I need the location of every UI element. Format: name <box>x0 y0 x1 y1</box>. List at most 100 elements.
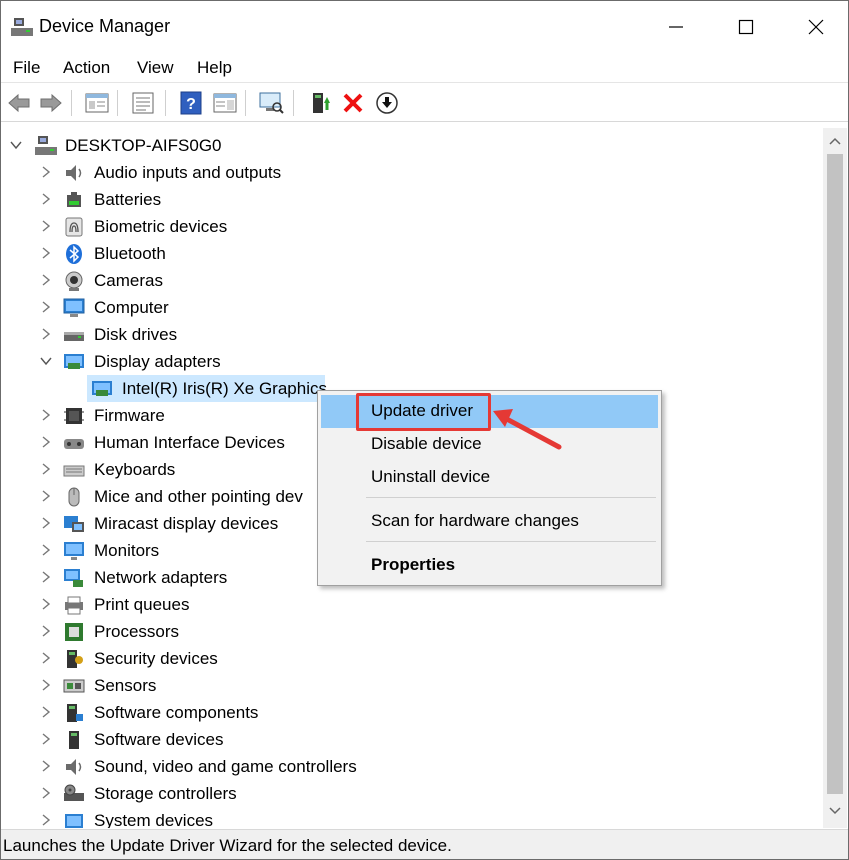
chevron-right-icon[interactable] <box>39 597 53 611</box>
tree-category[interactable]: Biometric devices <box>1 213 823 240</box>
vertical-scrollbar[interactable] <box>823 128 847 828</box>
tree-category[interactable]: Computer <box>1 294 823 321</box>
menu-uninstall-device[interactable]: Uninstall device <box>321 461 658 494</box>
tree-category-label: Software components <box>94 703 259 722</box>
maximize-button[interactable] <box>711 1 781 53</box>
sound-icon <box>66 759 82 775</box>
chevron-right-icon[interactable] <box>39 813 53 827</box>
chevron-right-icon[interactable] <box>39 489 53 503</box>
chevron-right-icon[interactable] <box>39 651 53 665</box>
tree-category-label: Print queues <box>94 595 190 614</box>
chevron-right-icon[interactable] <box>39 570 53 584</box>
tree-category-label: Mice and other pointing dev <box>94 487 303 506</box>
computer-desktop-icon <box>35 136 57 155</box>
minimize-button[interactable] <box>641 1 711 53</box>
tree-category[interactable]: Sensors <box>1 672 823 699</box>
scroll-up-icon[interactable] <box>829 136 841 148</box>
menu-file[interactable]: File <box>13 58 40 78</box>
tree-category[interactable]: Processors <box>1 618 823 645</box>
uninstall-button[interactable] <box>339 89 367 117</box>
chevron-right-icon[interactable] <box>39 273 53 287</box>
tree-category-label: Software devices <box>94 730 224 749</box>
menu-disable-device-label: Disable device <box>371 434 482 453</box>
chevron-right-icon[interactable] <box>39 246 53 260</box>
chevron-down-icon[interactable] <box>39 354 53 368</box>
chevron-right-icon[interactable] <box>39 624 53 638</box>
tree-category[interactable]: Software devices <box>1 726 823 753</box>
back-button[interactable] <box>5 89 33 117</box>
scan-hardware-button[interactable] <box>257 89 285 117</box>
tree-category[interactable]: Storage controllers <box>1 780 823 807</box>
tree-category-label: Monitors <box>94 541 160 560</box>
firmware-icon <box>64 408 84 424</box>
chevron-right-icon[interactable] <box>39 435 53 449</box>
chevron-right-icon[interactable] <box>39 462 53 476</box>
toolbar-separator <box>117 90 118 116</box>
tree-category-label: Processors <box>94 622 180 641</box>
tree-category[interactable]: Software components <box>1 699 823 726</box>
tree-category[interactable]: Cameras <box>1 267 823 294</box>
menu-scan-hardware[interactable]: Scan for hardware changes <box>321 505 658 538</box>
status-bar: Launches the Update Driver Wizard for th… <box>1 829 848 859</box>
chevron-right-icon[interactable] <box>39 219 53 233</box>
chevron-right-icon[interactable] <box>39 705 53 719</box>
menu-help[interactable]: Help <box>197 58 232 78</box>
properties-panel-button[interactable] <box>83 89 111 117</box>
enable-device-button[interactable] <box>373 89 401 117</box>
hid-icon <box>64 439 84 449</box>
tree-category-label: Batteries <box>94 190 162 209</box>
menu-view[interactable]: View <box>137 58 174 78</box>
chevron-right-icon[interactable] <box>39 732 53 746</box>
tree-category[interactable]: Audio inputs and outputs <box>1 159 823 186</box>
tree-category[interactable]: Disk drives <box>1 321 823 348</box>
tree-category[interactable]: Bluetooth <box>1 240 823 267</box>
tree-category-label: Storage controllers <box>94 784 237 803</box>
tree-root[interactable]: DESKTOP-AIFS0G0 <box>1 132 823 159</box>
tree-category[interactable]: Print queues <box>1 591 823 618</box>
menu-properties[interactable]: Properties <box>321 549 658 582</box>
tree-category-label: Disk drives <box>94 325 178 344</box>
tree-category[interactable]: Security devices <box>1 645 823 672</box>
update-driver-button[interactable] <box>307 89 335 117</box>
help-button[interactable]: ? <box>177 89 205 117</box>
list-view-button[interactable] <box>129 89 157 117</box>
tree-category-label: Miracast display devices <box>94 514 279 533</box>
security-icon <box>67 650 83 668</box>
window-title: Device Manager <box>39 16 171 36</box>
tree-category[interactable]: Display adapters <box>1 348 823 375</box>
chevron-down-icon[interactable] <box>9 138 23 152</box>
scroll-down-icon[interactable] <box>829 804 841 816</box>
chevron-right-icon[interactable] <box>39 165 53 179</box>
chevron-right-icon[interactable] <box>39 327 53 341</box>
forward-button[interactable] <box>37 89 65 117</box>
back-icon <box>8 93 30 113</box>
scrollbar-thumb[interactable] <box>827 154 843 794</box>
maximize-icon <box>738 19 754 35</box>
tree-category[interactable]: Batteries <box>1 186 823 213</box>
keyboard-icon <box>63 465 85 477</box>
chevron-right-icon[interactable] <box>39 678 53 692</box>
chevron-right-icon[interactable] <box>39 786 53 800</box>
tree-category[interactable]: Sound, video and game controllers <box>1 753 823 780</box>
details-view-button[interactable] <box>211 89 239 117</box>
computer-icon <box>63 298 85 317</box>
chevron-right-icon[interactable] <box>39 192 53 206</box>
tree-category-label: Network adapters <box>94 568 228 587</box>
chevron-right-icon[interactable] <box>39 408 53 422</box>
display-adapter-icon <box>64 354 84 369</box>
tree-category[interactable]: System devices <box>1 807 823 828</box>
tree-category-label: Bluetooth <box>94 244 166 263</box>
chevron-right-icon[interactable] <box>39 516 53 530</box>
close-button[interactable] <box>781 1 849 53</box>
menu-separator <box>366 497 656 498</box>
chevron-right-icon[interactable] <box>39 543 53 557</box>
chevron-right-icon[interactable] <box>39 300 53 314</box>
sensor-icon <box>63 679 85 693</box>
toolbar-separator <box>165 90 166 116</box>
tree-category-label: Display adapters <box>94 352 221 371</box>
software-component-icon <box>67 704 83 722</box>
chevron-right-icon[interactable] <box>39 759 53 773</box>
menu-action[interactable]: Action <box>63 58 110 78</box>
toolbar: ? <box>1 84 848 122</box>
highlight-callout-box <box>356 393 491 431</box>
